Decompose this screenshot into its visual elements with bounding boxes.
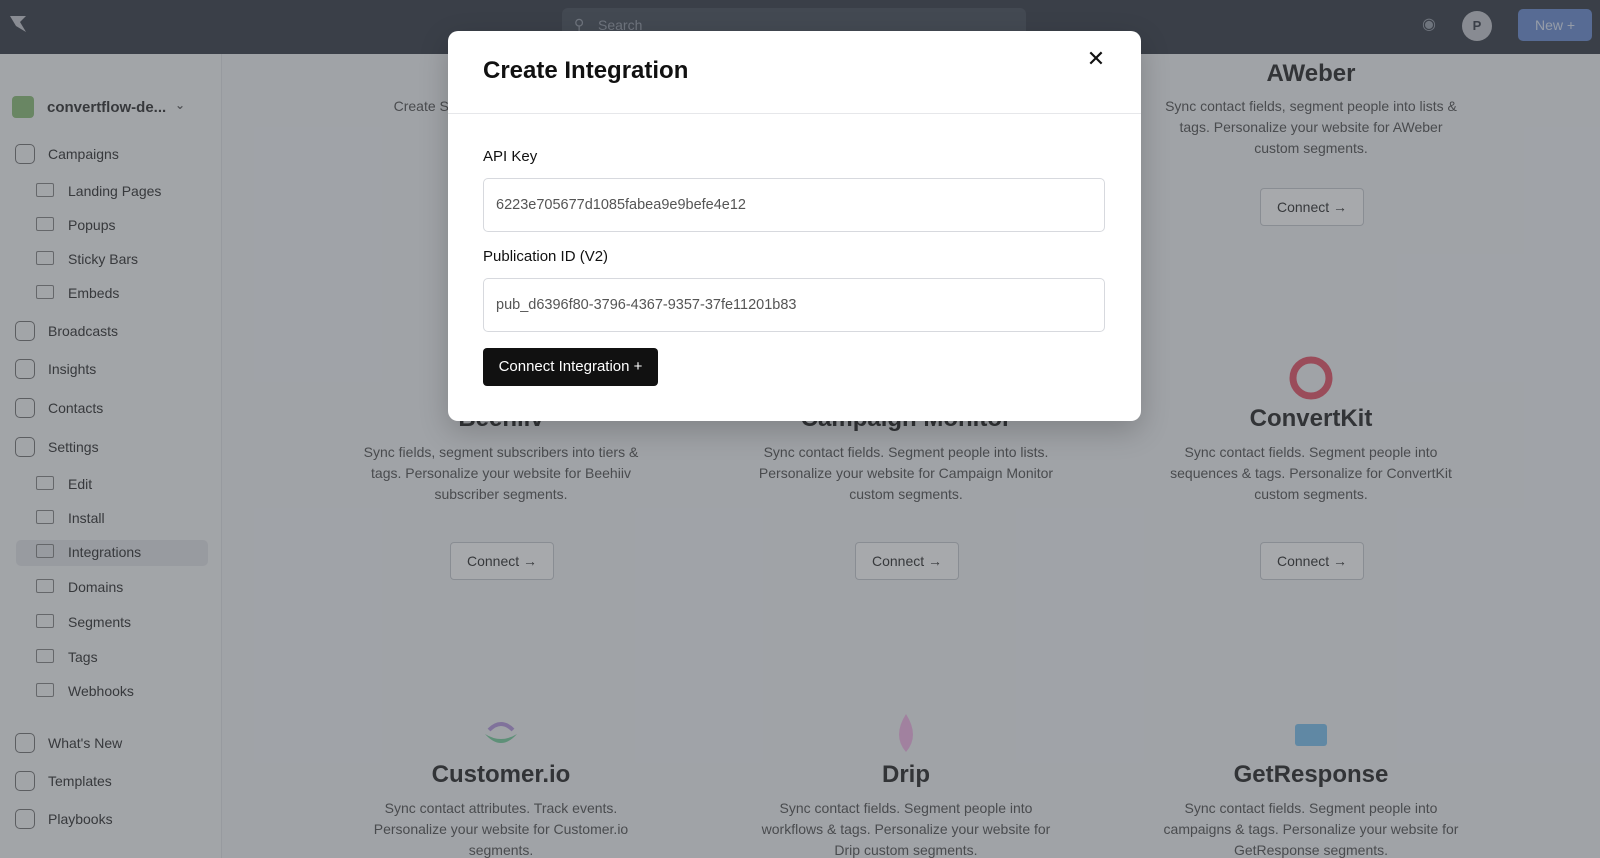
close-icon[interactable]: ✕ — [1082, 45, 1110, 73]
create-integration-modal: Create Integration ✕ API Key Publication… — [448, 31, 1141, 421]
modal-title: Create Integration — [483, 57, 689, 84]
publication-id-label: Publication ID (V2) — [483, 248, 609, 265]
api-key-input[interactable] — [483, 178, 1105, 232]
modal-divider — [448, 113, 1141, 114]
connect-integration-button[interactable]: Connect Integration + — [483, 348, 658, 386]
api-key-label: API Key — [483, 148, 538, 165]
publication-id-input[interactable] — [483, 278, 1105, 332]
